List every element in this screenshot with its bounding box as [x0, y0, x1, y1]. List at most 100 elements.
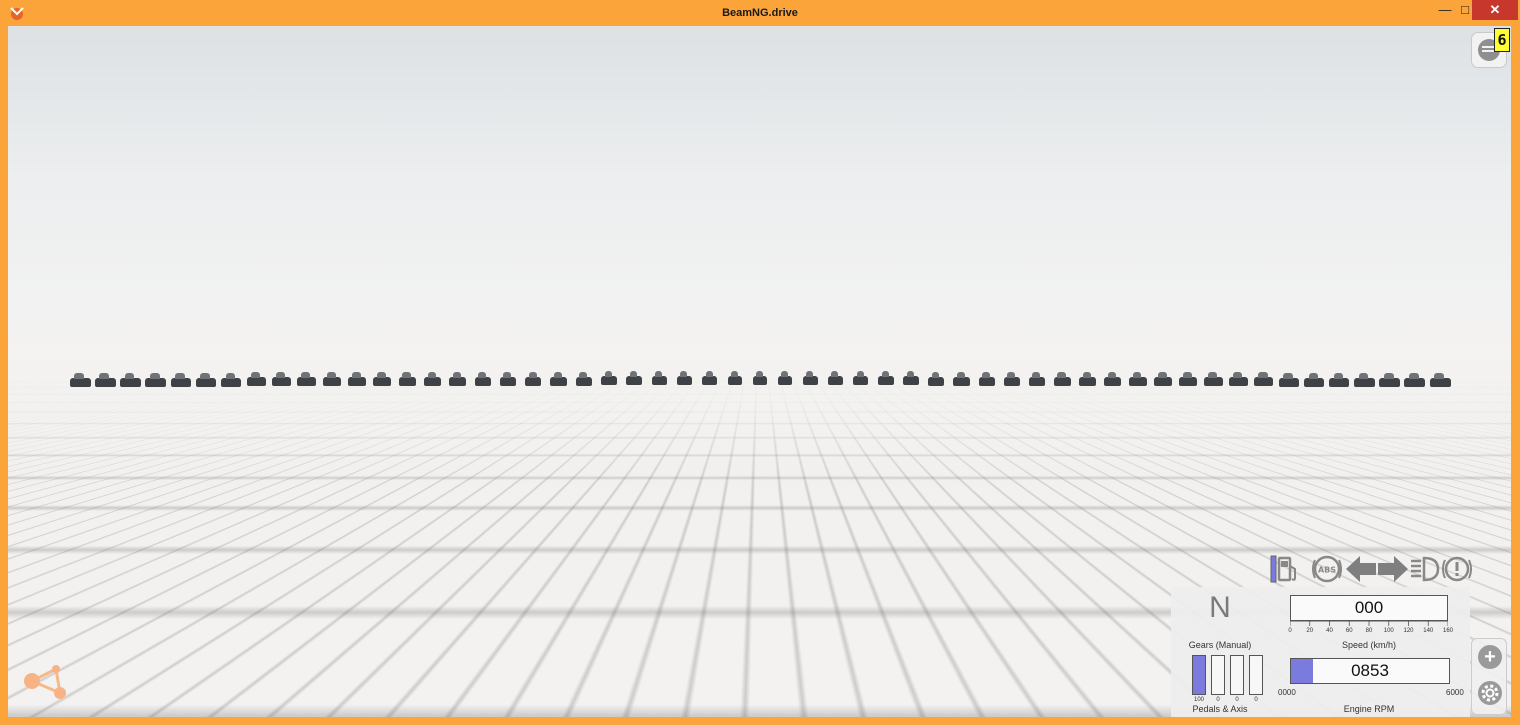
vehicle [221, 378, 240, 387]
speed-tick-label: 20 [1306, 628, 1313, 634]
speed-tick-label: 0 [1288, 628, 1291, 634]
vehicle [95, 378, 116, 387]
vehicle [652, 376, 667, 385]
vehicle [449, 377, 466, 386]
vehicle [145, 378, 165, 387]
vehicle [1204, 377, 1223, 386]
vehicle [1154, 377, 1172, 386]
vehicle [903, 376, 919, 385]
vehicle [953, 377, 969, 386]
vehicle [272, 377, 291, 386]
vehicle [1379, 378, 1399, 387]
vehicle [120, 378, 140, 387]
vehicle [1430, 378, 1451, 387]
vehicle [753, 376, 767, 385]
rpm-max-label: 6000 [1446, 688, 1464, 697]
vehicle [677, 376, 692, 385]
pedal-bar [1192, 655, 1206, 695]
vehicle [297, 377, 316, 386]
vehicle [196, 378, 216, 387]
vehicle [1179, 377, 1197, 386]
speed-tick-label: 120 [1403, 628, 1413, 634]
vehicle [1304, 378, 1324, 387]
dashboard-indicators: ABS [1270, 554, 1470, 584]
vehicle [550, 377, 566, 386]
window-titlebar[interactable]: BeamNG.drive [0, 0, 1520, 26]
vehicle [853, 376, 868, 385]
vehicle [424, 377, 441, 386]
vehicle [1104, 377, 1122, 386]
vehicle [1029, 377, 1046, 386]
speed-tick-label: 80 [1366, 628, 1373, 634]
vehicle [576, 377, 592, 386]
right-turn-signal-icon [1378, 554, 1408, 584]
settings-icon [1478, 681, 1502, 705]
headlight-icon [1410, 554, 1440, 584]
beamng-logo-icon [22, 661, 68, 707]
vehicle [70, 378, 91, 387]
vehicle [702, 376, 717, 385]
vehicle [247, 377, 266, 386]
pedal-bar [1249, 655, 1263, 695]
vehicle [373, 377, 391, 386]
vehicle [1404, 378, 1425, 387]
vehicle [323, 377, 341, 386]
speed-label: Speed (km/h) [1290, 640, 1448, 650]
vehicle [728, 376, 742, 385]
warning-icon [1442, 554, 1472, 584]
rpm-value: 0853 [1291, 659, 1449, 683]
vehicle [778, 376, 792, 385]
vehicle [979, 377, 995, 386]
add-app-button[interactable]: + [1478, 645, 1502, 669]
speedometer-value: 000 [1290, 595, 1448, 621]
vehicle [1054, 377, 1071, 386]
vehicle [1229, 377, 1248, 386]
vehicle [1004, 377, 1021, 386]
vehicle [399, 377, 417, 386]
rpm-label: Engine RPM [1290, 704, 1448, 714]
vehicle [348, 377, 366, 386]
pedal-value: 0 [1249, 697, 1263, 703]
speed-tick-label: 60 [1346, 628, 1353, 634]
vehicle [500, 377, 517, 386]
vehicle [1329, 378, 1349, 387]
current-gear: N [1171, 591, 1269, 625]
pedal-bar-fill [1193, 656, 1205, 694]
fps-counter-badge: 6 [1494, 28, 1510, 52]
window-border-left [0, 26, 8, 725]
speed-tick-label: 40 [1326, 628, 1333, 634]
window-title: BeamNG.drive [0, 0, 1520, 26]
vehicle [1129, 377, 1147, 386]
vehicle [1354, 378, 1374, 387]
close-button[interactable]: ✕ [1472, 0, 1518, 20]
vehicle [1279, 378, 1298, 387]
vehicle [171, 378, 191, 387]
vehicle [601, 376, 617, 385]
speed-tick-label: 160 [1443, 628, 1453, 634]
rpm-gauge: 0853 [1290, 658, 1450, 684]
vehicle [525, 377, 541, 386]
svg-text:ABS: ABS [1318, 566, 1336, 575]
speed-tick-label: 100 [1384, 628, 1394, 634]
pedal-value: 0 [1230, 697, 1244, 703]
left-turn-signal-icon [1346, 554, 1376, 584]
rpm-min-label: 0000 [1278, 688, 1296, 697]
speed-tick-labels: 0 20 40 60 80 100 120 140 160 [1290, 628, 1460, 638]
vehicle [1254, 377, 1273, 386]
vehicle-dashboard-panel: N Gears (Manual) 000 0 20 40 60 80 100 120 140 1… [1171, 587, 1470, 717]
vehicle [928, 377, 944, 386]
vehicle [1079, 377, 1096, 386]
settings-button[interactable] [1478, 681, 1502, 705]
gears-label: Gears (Manual) [1171, 640, 1269, 650]
fuel-icon [1270, 554, 1300, 584]
window-border-bottom [0, 717, 1520, 725]
pedals-axis-label: Pedals & Axis [1171, 704, 1269, 714]
speed-tick-label: 140 [1423, 628, 1433, 634]
vehicle [878, 376, 893, 385]
side-button-panel: + [1471, 638, 1507, 715]
pedal-value: 100 [1192, 697, 1206, 703]
game-viewport[interactable]: 6 ABS N Gears (Manual) 000 0 20 40 60 80… [8, 26, 1511, 717]
vehicle [803, 376, 818, 385]
vehicle [626, 376, 641, 385]
vehicle [828, 376, 843, 385]
